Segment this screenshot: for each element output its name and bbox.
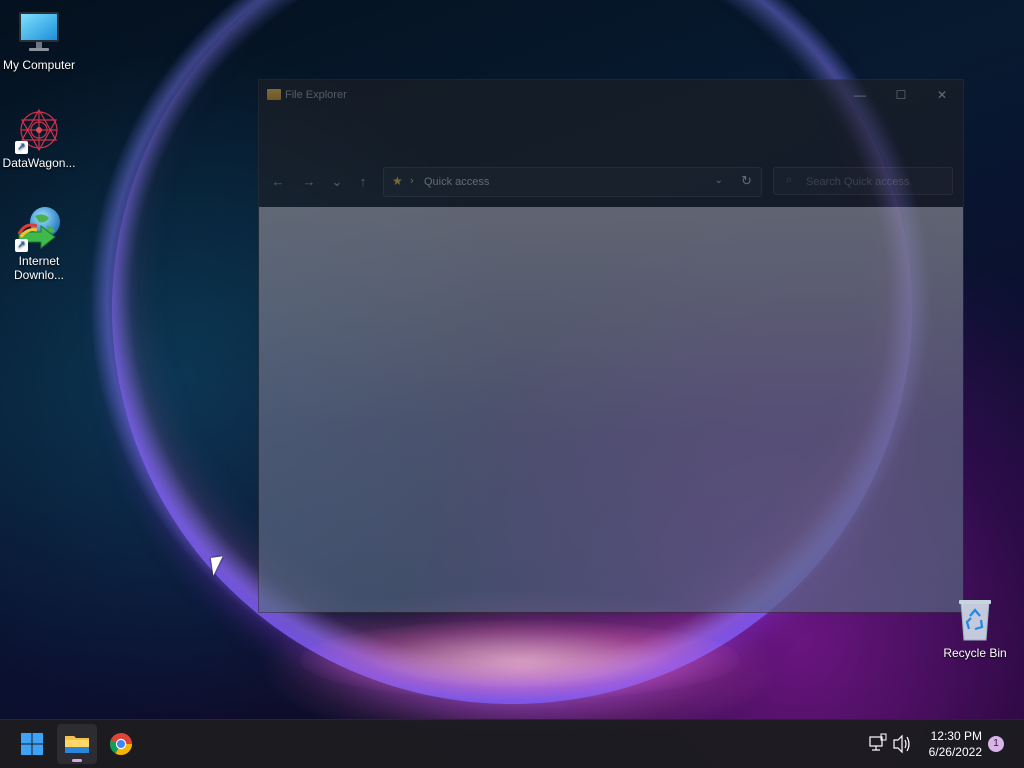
wallpaper-glow — [300, 620, 740, 700]
search-input[interactable] — [804, 173, 948, 191]
recycle-bin-icon — [951, 596, 999, 644]
up-button[interactable]: ↑ — [353, 173, 373, 191]
window-title: File Explorer — [285, 89, 347, 101]
close-button[interactable]: ✕ — [927, 86, 957, 104]
back-button[interactable]: ← — [268, 173, 288, 191]
navigation-bar: ← → ⌄ ↑ ★ › Quick access ⌄ ↻ ⌕ — [259, 164, 963, 200]
monitor-icon — [15, 8, 63, 56]
minimize-button[interactable]: — — [845, 86, 875, 104]
clock[interactable]: 12:30 PM 6/26/2022 — [929, 728, 982, 760]
breadcrumb-quick-access[interactable]: Quick access — [424, 176, 489, 188]
star-icon: ★ — [392, 174, 403, 188]
volume-icon[interactable] — [892, 720, 912, 768]
desktop: My Computer ↗ DataWagon... ↗ Internet Do… — [0, 0, 1024, 768]
forward-button[interactable]: → — [299, 173, 319, 191]
datawagon-icon: ↗ — [15, 106, 63, 154]
address-bar[interactable]: ★ › Quick access ⌄ ↻ — [383, 167, 762, 197]
search-box[interactable]: ⌕ — [773, 167, 953, 195]
file-explorer-icon — [65, 736, 89, 753]
start-button[interactable] — [12, 724, 52, 764]
network-icon[interactable] — [868, 720, 888, 768]
content-pane[interactable] — [259, 207, 963, 612]
taskbar-file-explorer-button[interactable] — [57, 724, 97, 764]
desktop-icon-label: DataWagon... — [2, 156, 76, 170]
shortcut-arrow-icon: ↗ — [15, 239, 28, 252]
taskbar: 12:30 PM 6/26/2022 1 — [0, 719, 1024, 768]
chrome-icon — [109, 733, 132, 755]
ribbon — [259, 110, 963, 162]
desktop-icon-recycle-bin[interactable]: Recycle Bin — [937, 596, 1013, 660]
breadcrumb-separator: › — [410, 175, 414, 187]
shortcut-arrow-icon: ↗ — [15, 141, 28, 154]
desktop-icon-my-computer[interactable]: My Computer — [1, 8, 77, 72]
desktop-icon-datawagon[interactable]: ↗ DataWagon... — [1, 106, 77, 170]
maximize-button[interactable]: ☐ — [886, 86, 916, 104]
mouse-cursor-icon — [210, 556, 226, 576]
internet-download-manager-icon: ↗ — [15, 204, 63, 252]
desktop-icon-label-line2: Downlo... — [13, 268, 65, 282]
file-explorer-window[interactable]: File Explorer — ☐ ✕ ← → ⌄ ↑ ★ › Quick ac… — [258, 79, 964, 613]
folder-icon — [267, 89, 281, 100]
recent-locations-button[interactable]: ⌄ — [327, 173, 347, 191]
desktop-icon-label: Recycle Bin — [943, 646, 1007, 660]
address-dropdown-button[interactable]: ⌄ — [715, 175, 723, 186]
title-bar[interactable]: File Explorer — ☐ ✕ — [259, 80, 963, 110]
active-indicator — [72, 759, 82, 762]
search-icon: ⌕ — [786, 174, 793, 186]
desktop-icon-label-line1: Internet — [18, 254, 60, 268]
windows-start-icon — [21, 733, 43, 755]
taskbar-chrome-button[interactable] — [101, 724, 141, 764]
clock-time: 12:30 PM — [930, 729, 982, 743]
clock-date: 6/26/2022 — [928, 745, 982, 759]
desktop-icon-label: My Computer — [2, 58, 76, 72]
desktop-icon-internet-download-manager[interactable]: ↗ Internet Downlo... — [1, 204, 77, 282]
notification-badge[interactable]: 1 — [988, 736, 1004, 752]
refresh-button[interactable]: ↻ — [741, 173, 752, 189]
